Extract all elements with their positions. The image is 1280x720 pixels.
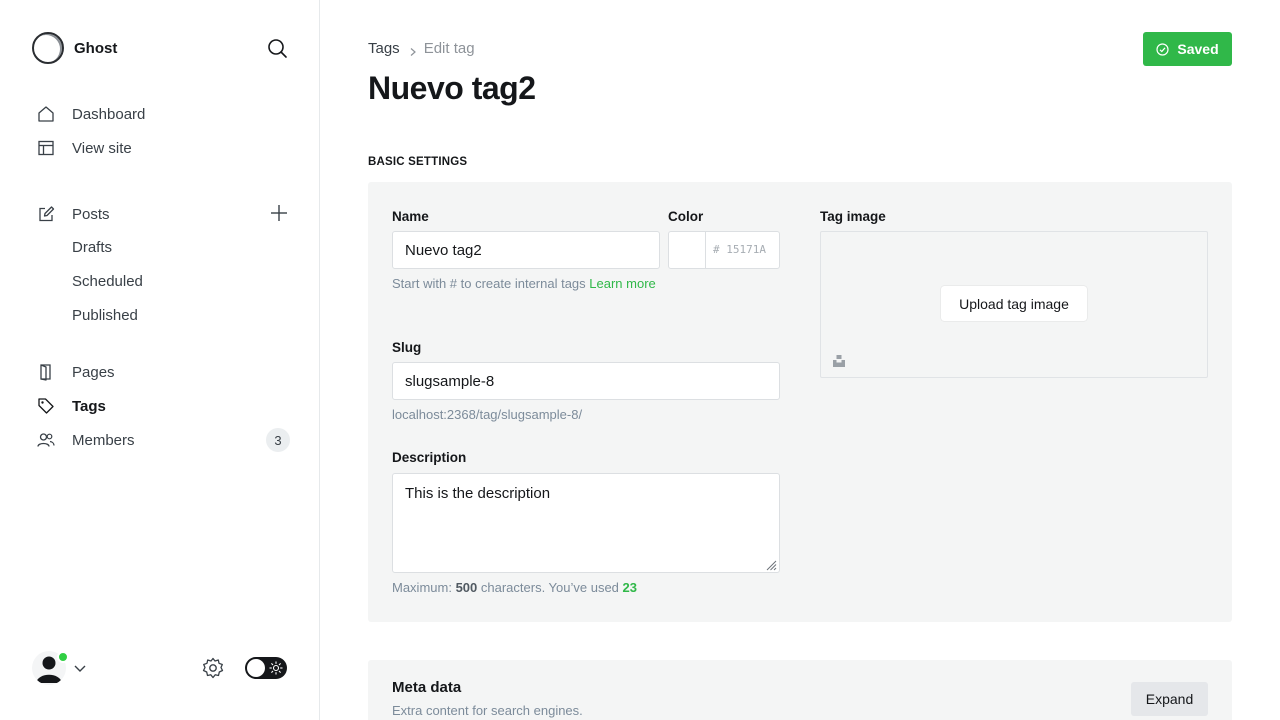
chevron-right-icon [408, 44, 418, 56]
sidebar-item-label: View site [72, 139, 132, 157]
edit-icon [36, 204, 56, 224]
sidebar-item-view-site[interactable]: View site [36, 134, 290, 162]
tag-icon [36, 396, 56, 416]
sidebar-item-label: Members [72, 431, 135, 449]
unsplash-icon[interactable] [832, 354, 846, 368]
check-circle-icon [1156, 42, 1169, 56]
color-swatch[interactable] [669, 232, 706, 268]
breadcrumb-tags-link[interactable]: Tags [368, 40, 400, 57]
sidebar-item-scheduled[interactable]: Scheduled [72, 273, 143, 290]
breadcrumb-current: Edit tag [423, 40, 475, 57]
color-field[interactable]: # 15171A [668, 231, 780, 269]
upload-tag-image-button[interactable]: Upload tag image [941, 286, 1087, 321]
toggle-knob [247, 659, 265, 677]
name-label: Name [392, 209, 429, 224]
breadcrumb: Tags Edit tag [368, 40, 475, 57]
online-status-dot [57, 651, 69, 663]
description-field[interactable]: This is the description [392, 473, 780, 573]
learn-more-link[interactable]: Learn more [589, 276, 655, 291]
slug-url: localhost:2368/tag/slugsample-8/ [392, 407, 583, 422]
resize-grip-icon[interactable] [765, 558, 777, 571]
sidebar-item-label: Posts [72, 205, 110, 223]
description-text: This is the description [405, 485, 551, 502]
desc-hint-prefix: Maximum: [392, 580, 456, 595]
slug-field[interactable]: slugsample-8 [392, 362, 780, 400]
desc-hint-mid: characters. You’ve used [477, 580, 623, 595]
sidebar-item-tags[interactable]: Tags [36, 392, 290, 420]
color-placeholder: # 15171A [713, 243, 766, 256]
theme-toggle[interactable] [245, 657, 287, 679]
sidebar-item-label: Dashboard [72, 105, 146, 123]
save-button-label: Saved [1177, 41, 1219, 57]
sidebar-item-published[interactable]: Published [72, 307, 138, 324]
name-hint: Start with # to create internal tags Lea… [392, 273, 660, 294]
expand-button[interactable]: Expand [1131, 682, 1208, 716]
search-icon[interactable] [264, 36, 290, 62]
page-title: Nuevo tag2 [368, 70, 536, 106]
section-title-basic-settings: BASIC SETTINGS [368, 156, 468, 168]
layout-icon [36, 138, 56, 158]
gear-icon[interactable] [200, 655, 226, 681]
ghost-logo-icon [32, 32, 64, 64]
sun-icon [268, 660, 284, 676]
sidebar-item-drafts[interactable]: Drafts [72, 239, 112, 256]
home-icon [36, 104, 56, 124]
brand-name: Ghost [74, 39, 118, 57]
sidebar-item-pages[interactable]: Pages [36, 358, 290, 386]
sidebar-item-label: Pages [72, 363, 115, 381]
sidebar-item-dashboard[interactable]: Dashboard [36, 100, 290, 128]
pages-icon [36, 362, 56, 382]
members-icon [36, 430, 56, 450]
desc-max-count: 500 [455, 580, 478, 595]
color-label: Color [668, 209, 704, 224]
name-field[interactable]: Nuevo tag2 [392, 231, 660, 269]
meta-data-subtitle: Extra content for search engines. [392, 703, 583, 718]
name-hint-text: Start with # to create internal tags [392, 276, 590, 291]
meta-data-title: Meta data [392, 679, 462, 696]
members-count-badge: 3 [266, 428, 290, 452]
brand[interactable]: Ghost [32, 32, 117, 64]
sidebar-item-members[interactable]: Members [36, 426, 256, 454]
desc-used-count: 23 [622, 580, 637, 595]
save-button[interactable]: Saved [1143, 32, 1232, 66]
slug-label: Slug [392, 340, 422, 355]
sidebar-item-label: Tags [72, 397, 106, 415]
tag-image-label: Tag image [820, 209, 886, 224]
add-post-icon[interactable] [268, 202, 290, 224]
sidebar: Ghost Dashboard View site Posts Drafts S… [0, 0, 320, 720]
description-hint: Maximum: 500 characters. You’ve used 23 [392, 577, 637, 598]
description-label: Description [392, 450, 467, 465]
sidebar-item-posts[interactable]: Posts [36, 200, 256, 228]
chevron-down-icon[interactable] [72, 660, 88, 676]
